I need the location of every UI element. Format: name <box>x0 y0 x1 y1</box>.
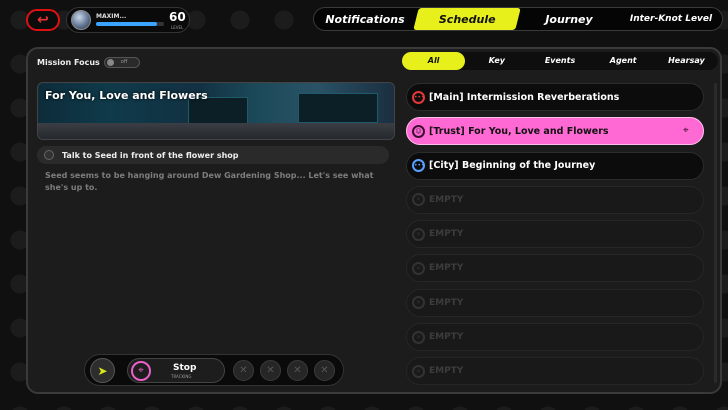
empty-slot: ✕ <box>314 360 335 381</box>
avatar <box>71 10 91 30</box>
objective-text: Talk to Seed in front of the flower shop <box>62 150 239 160</box>
mission-item-trust[interactable]: ☺ [Trust] For You, Love and Flowers ⌖ <box>406 117 704 146</box>
empty-slot-icon: ✕ <box>412 330 425 344</box>
mission-description: Seed seems to be hanging around Dew Gard… <box>45 171 374 192</box>
mission-item-empty: ✕ EMPTY <box>406 288 704 317</box>
mission-item-empty: ✕ EMPTY <box>406 323 704 352</box>
mission-item-label: EMPTY <box>429 297 464 308</box>
back-button[interactable]: ↩ <box>26 9 60 31</box>
empty-slot-icon: ✕ <box>412 227 425 241</box>
tab-schedule[interactable]: Schedule <box>413 8 521 30</box>
empty-slot-icon: ✕ <box>412 364 425 378</box>
mission-item-label: EMPTY <box>429 194 464 205</box>
category-tabs: All Key Events Agent Hearsay <box>402 52 718 70</box>
mission-item-city[interactable]: ••• [City] Beginning of the Journey <box>406 151 704 180</box>
empty-slot-icon: ✕ <box>412 193 425 207</box>
navigate-button[interactable]: ➤ <box>90 358 115 383</box>
tab-notifications[interactable]: Notifications <box>314 8 416 30</box>
objective-icon <box>44 150 54 160</box>
mission-item-empty: ✕ EMPTY <box>406 254 704 283</box>
category-events[interactable]: Events <box>528 52 591 70</box>
tab-journey[interactable]: Journey <box>518 8 620 30</box>
send-arrow-icon: ➤ <box>97 363 108 378</box>
tracking-pin-icon: ⌖ <box>683 125 689 137</box>
mission-banner: For You, Love and Flowers <box>37 82 395 140</box>
mission-item-empty: ✕ EMPTY <box>406 357 704 386</box>
schedule-panel: Mission Focus off All Key Events Agent H… <box>26 47 722 394</box>
empty-slot: ✕ <box>260 360 281 381</box>
mission-item-label: EMPTY <box>429 366 464 377</box>
player-level: 60 <box>169 10 186 24</box>
mission-item-empty: ✕ EMPTY <box>406 185 704 214</box>
tab-inter-knot-level[interactable]: Inter-Knot Level <box>620 8 722 30</box>
mission-item-label: [Trust] For You, Love and Flowers <box>429 125 609 137</box>
mission-list: ••• [Main] Intermission Reverberations ☺… <box>406 83 704 392</box>
back-arrow-icon: ↩ <box>37 12 49 28</box>
main-mission-icon: ••• <box>412 90 425 104</box>
mission-item-label: [City] Beginning of the Journey <box>429 160 596 172</box>
mission-focus-label: Mission Focus <box>37 57 100 67</box>
mission-list-scrollbar[interactable] <box>714 83 717 383</box>
trust-mission-icon: ☺ <box>412 124 425 138</box>
mission-item-main[interactable]: ••• [Main] Intermission Reverberations <box>406 83 704 111</box>
exp-bar <box>96 22 164 26</box>
mission-item-empty: ✕ EMPTY <box>406 220 704 249</box>
stop-label: Stop <box>173 363 197 373</box>
empty-slot: ✕ <box>233 360 254 381</box>
empty-slot: ✕ <box>287 360 308 381</box>
level-label: LEVEL <box>171 25 184 30</box>
map-pin-icon: ⌖ <box>131 361 151 381</box>
objective-row: Talk to Seed in front of the flower shop <box>37 146 389 164</box>
mission-title: For You, Love and Flowers <box>45 89 208 102</box>
player-name: MAXIM... <box>96 13 127 20</box>
category-key[interactable]: Key <box>465 52 528 70</box>
mission-item-label: EMPTY <box>429 332 464 343</box>
mission-item-label: EMPTY <box>429 229 464 240</box>
mission-item-label: EMPTY <box>429 263 464 274</box>
mission-item-label: [Main] Intermission Reverberations <box>429 91 620 103</box>
mission-focus: Mission Focus off <box>37 54 151 70</box>
stop-sublabel: TRACKING <box>171 374 192 379</box>
exp-bar-fill <box>96 22 158 26</box>
category-all[interactable]: All <box>402 52 466 70</box>
category-agent[interactable]: Agent <box>592 52 655 70</box>
mission-focus-toggle[interactable]: off <box>103 56 140 68</box>
top-tabs: Notifications Schedule Journey Inter-Kno… <box>313 7 723 31</box>
empty-slot-icon: ✕ <box>412 261 425 275</box>
profile-card[interactable]: MAXIM... 60 LEVEL <box>66 7 190 33</box>
street <box>38 123 394 139</box>
empty-slot-icon: ✕ <box>412 296 425 310</box>
city-mission-icon: ••• <box>412 159 425 173</box>
shop-front <box>298 93 378 123</box>
category-hearsay[interactable]: Hearsay <box>655 52 718 70</box>
stop-tracking-button[interactable]: ⌖ Stop TRACKING <box>127 358 225 383</box>
action-bar: ➤ ⌖ Stop TRACKING ✕ ✕ ✕ ✕ <box>84 354 344 386</box>
